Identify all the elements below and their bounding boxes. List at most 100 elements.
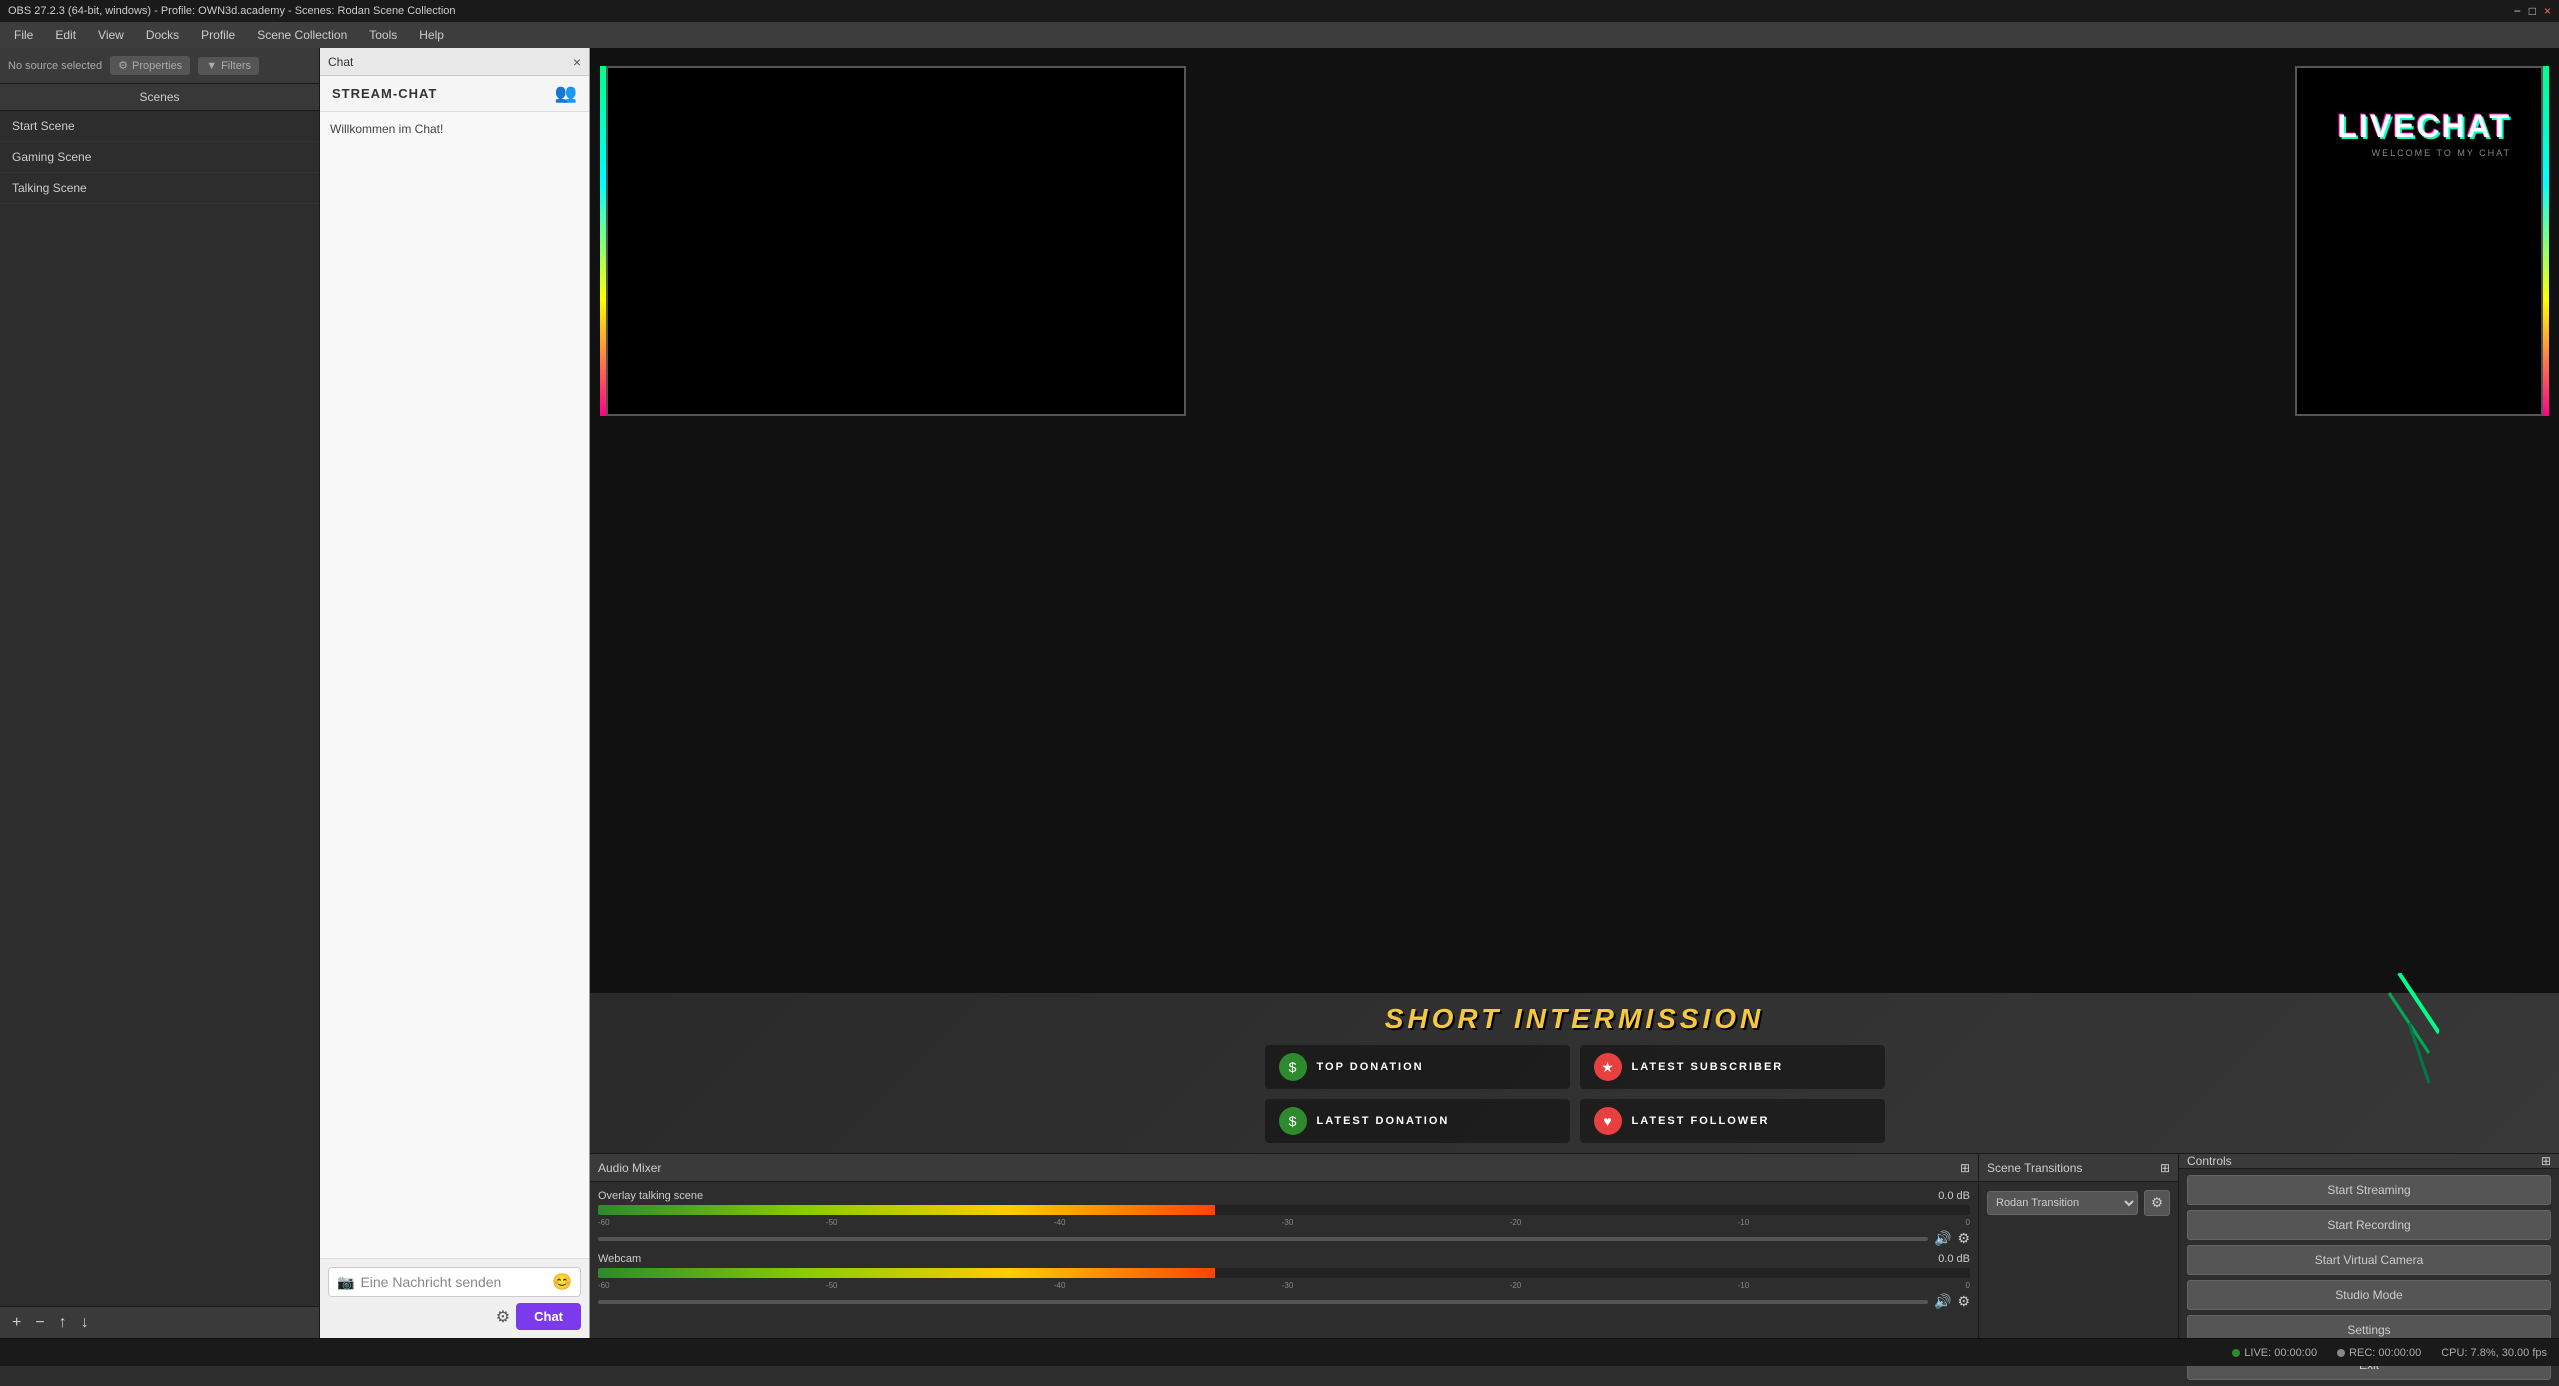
overlay-volume-slider[interactable] (598, 1237, 1928, 1241)
info-card-top-donation: $ TOP DONATION (1265, 1045, 1570, 1089)
chat-message-placeholder[interactable]: Eine Nachricht senden (360, 1274, 546, 1290)
audio-channels: Overlay talking scene 0.0 dB -60-50-40-3… (590, 1182, 1978, 1318)
gear-icon: ⚙ (118, 59, 128, 72)
chat-panel: Chat × STREAM-CHAT 👥 Willkommen im Chat!… (320, 48, 590, 1338)
menu-file[interactable]: File (4, 26, 43, 44)
live-dot (2232, 1349, 2240, 1357)
menu-tools[interactable]: Tools (359, 26, 407, 44)
preview-screen-left (606, 66, 1186, 416)
accent-lines (2359, 973, 2439, 1093)
close-btn[interactable]: × (2544, 4, 2551, 18)
chat-close-btn[interactable]: × (573, 54, 581, 70)
info-card-latest-subscriber: ★ LATEST SUBSCRIBER (1580, 1045, 1885, 1089)
audio-mixer-title: Audio Mixer (598, 1161, 661, 1175)
webcam-mute-btn[interactable]: 🔊 (1934, 1293, 1951, 1310)
scene-remove-btn[interactable]: − (31, 1312, 48, 1334)
scene-item-gaming[interactable]: Gaming Scene (0, 142, 319, 173)
menu-docks[interactable]: Docks (136, 26, 189, 44)
title-bar-controls[interactable]: − □ × (2514, 4, 2551, 18)
webcam-meter-labels: -60-50-40-30-20-100 (598, 1281, 1970, 1290)
cpu-status: CPU: 7.8%, 30.00 fps (2441, 1347, 2547, 1359)
studio-mode-btn[interactable]: Studio Mode (2187, 1280, 2551, 1310)
filter-icon: ▼ (206, 60, 217, 72)
scene-item-start[interactable]: Start Scene (0, 111, 319, 142)
overlay-mute-btn[interactable]: 🔊 (1934, 1230, 1951, 1247)
rec-status: REC: 00:00:00 (2337, 1347, 2421, 1359)
status-bar: LIVE: 00:00:00 REC: 00:00:00 CPU: 7.8%, … (0, 1338, 2559, 1366)
minimize-btn[interactable]: − (2514, 4, 2521, 18)
chat-title: Chat (328, 55, 353, 69)
info-card-latest-follower: ♥ LATEST FOLLOWER (1580, 1099, 1885, 1143)
preview-canvas: LIVECHAT WELCOME TO MY CHAT SHORT INTERM… (590, 48, 2559, 1153)
latest-subscriber-icon: ★ (1594, 1053, 1622, 1081)
latest-subscriber-label: LATEST SUBSCRIBER (1632, 1061, 1784, 1073)
webcam-volume-slider[interactable] (598, 1300, 1928, 1304)
properties-btn[interactable]: ⚙ Properties (110, 56, 190, 75)
latest-donation-icon: $ (1279, 1107, 1307, 1135)
webcam-settings-btn[interactable]: ⚙ (1957, 1293, 1970, 1310)
top-donation-icon: $ (1279, 1053, 1307, 1081)
stream-chat-title: STREAM-CHAT (332, 86, 437, 101)
scene-up-btn[interactable]: ↑ (55, 1312, 71, 1334)
start-recording-btn[interactable]: Start Recording (2187, 1210, 2551, 1240)
filters-btn[interactable]: ▼ Filters (198, 57, 259, 75)
latest-donation-label: LATEST DONATION (1317, 1115, 1450, 1127)
menu-bar: File Edit View Docks Profile Scene Colle… (0, 22, 2559, 48)
stream-chat-header: STREAM-CHAT 👥 (320, 76, 589, 112)
scene-add-btn[interactable]: + (8, 1312, 25, 1334)
channel-webcam-meter (598, 1268, 1970, 1278)
chat-send-btn[interactable]: Chat (516, 1303, 581, 1330)
audio-channel-overlay: Overlay talking scene 0.0 dB -60-50-40-3… (598, 1190, 1970, 1247)
scene-transitions-section: Scene Transitions ⊞ Rodan Transition ⚙ (1979, 1154, 2179, 1338)
scene-down-btn[interactable]: ↓ (77, 1312, 93, 1334)
audio-mixer-maximize-icon[interactable]: ⊞ (1960, 1161, 1970, 1175)
controls-header: Controls ⊞ (2179, 1154, 2559, 1169)
maximize-btn[interactable]: □ (2529, 4, 2536, 18)
emoji-btn[interactable]: 😊 (552, 1272, 572, 1292)
top-donation-label: TOP DONATION (1317, 1061, 1424, 1073)
overlay-settings-btn[interactable]: ⚙ (1957, 1230, 1970, 1247)
scene-item-talking[interactable]: Talking Scene (0, 173, 319, 204)
chat-title-bar: Chat × (320, 48, 589, 76)
chat-content: Willkommen im Chat! (320, 112, 589, 1258)
scene-transitions-header: Scene Transitions ⊞ (1979, 1154, 2178, 1182)
menu-profile[interactable]: Profile (191, 26, 245, 44)
scenes-toolbar: + − ↑ ↓ (0, 1306, 319, 1338)
menu-scene-collection[interactable]: Scene Collection (247, 26, 357, 44)
transition-content: Rodan Transition ⚙ (1979, 1182, 2178, 1224)
add-user-icon[interactable]: 👥 (555, 83, 577, 104)
transition-settings-btn[interactable]: ⚙ (2144, 1190, 2170, 1216)
live-time: LIVE: 00:00:00 (2244, 1347, 2317, 1359)
info-card-latest-donation: $ LATEST DONATION (1265, 1099, 1570, 1143)
transition-select[interactable]: Rodan Transition (1987, 1191, 2138, 1215)
livechat-logo: LIVECHAT (2337, 108, 2511, 145)
controls-maximize-icon[interactable]: ⊞ (2541, 1154, 2551, 1168)
start-streaming-btn[interactable]: Start Streaming (2187, 1175, 2551, 1205)
rec-dot (2337, 1349, 2345, 1357)
bottom-panel: Audio Mixer ⊞ Overlay talking scene 0.0 … (590, 1153, 2559, 1338)
start-virtual-camera-btn[interactable]: Start Virtual Camera (2187, 1245, 2551, 1275)
menu-help[interactable]: Help (409, 26, 454, 44)
channel-webcam-db: 0.0 dB (1938, 1253, 1970, 1265)
latest-follower-icon: ♥ (1594, 1107, 1622, 1135)
chat-message-input: 📷 Eine Nachricht senden 😊 (328, 1267, 581, 1297)
color-bar-right (2543, 66, 2549, 416)
preview-info-area: SHORT INTERMISSION $ TOP DONATION ★ LATE… (590, 993, 2559, 1153)
scenes-section: Scenes Start Scene Gaming Scene Talking … (0, 84, 319, 1306)
scene-transitions-maximize-icon[interactable]: ⊞ (2160, 1161, 2170, 1175)
meter-labels: -60-50-40-30-20-100 (598, 1218, 1970, 1227)
menu-view[interactable]: View (88, 26, 134, 44)
latest-follower-label: LATEST FOLLOWER (1632, 1115, 1770, 1127)
livechat-subtitle: WELCOME TO MY CHAT (2372, 148, 2511, 158)
cpu-info: CPU: 7.8%, 30.00 fps (2441, 1347, 2547, 1359)
chat-input-area: 📷 Eine Nachricht senden 😊 ⚙ Chat (320, 1258, 589, 1338)
channel-overlay-db: 0.0 dB (1938, 1190, 1970, 1202)
chat-bottom-bar: ⚙ Chat (328, 1303, 581, 1330)
title-bar-text: OBS 27.2.3 (64-bit, windows) - Profile: … (8, 5, 456, 17)
audio-mixer-section: Audio Mixer ⊞ Overlay talking scene 0.0 … (590, 1154, 1979, 1338)
channel-overlay-meter (598, 1205, 1970, 1215)
menu-edit[interactable]: Edit (45, 26, 86, 44)
audio-mixer-header-icons: ⊞ (1960, 1161, 1970, 1175)
chat-settings-btn[interactable]: ⚙ (496, 1307, 510, 1327)
preview-area: LIVECHAT WELCOME TO MY CHAT SHORT INTERM… (590, 48, 2559, 1338)
